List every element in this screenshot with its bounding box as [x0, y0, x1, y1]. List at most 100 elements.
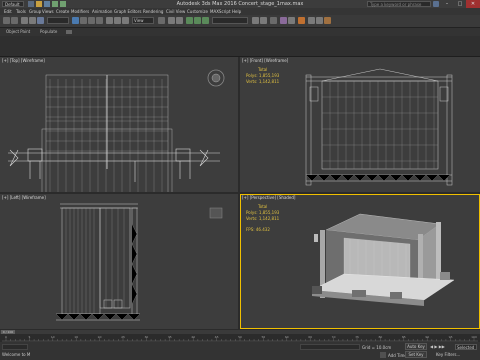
ribbon-tabs: Object Paint Populate: [0, 28, 480, 36]
select-object-icon[interactable]: [72, 17, 79, 24]
menu-group[interactable]: Group: [29, 9, 41, 14]
menu-modifiers[interactable]: Modifiers: [71, 9, 89, 14]
viewcube-icon: [209, 207, 223, 219]
infocenter-icon[interactable]: [433, 1, 439, 7]
viewcube-icon: [207, 69, 225, 87]
viewport-front[interactable]: [+] [Front] [Wireframe] Total Polys: 1,8…: [240, 57, 480, 192]
select-manipulate-icon[interactable]: [168, 17, 175, 24]
redo-icon[interactable]: [11, 17, 18, 24]
snaps-toggle-icon[interactable]: [186, 17, 193, 24]
ribbon-options-icon[interactable]: [66, 30, 72, 34]
welcome-text: Welcome to M: [2, 352, 31, 357]
render-production-icon[interactable]: [324, 17, 331, 24]
select-by-name-icon[interactable]: [80, 17, 87, 24]
menu-views[interactable]: Views: [42, 9, 54, 14]
viewport-top[interactable]: [+] [Top] [Wireframe]: [0, 57, 238, 192]
layer-explorer-icon[interactable]: [270, 17, 277, 24]
timeline-tick-label: 25: [121, 335, 125, 339]
pivot-center-icon[interactable]: [158, 17, 165, 24]
maximize-button[interactable]: □: [453, 0, 467, 8]
undo-icon[interactable]: [3, 17, 10, 24]
keyboard-shortcut-icon[interactable]: [176, 17, 183, 24]
material-editor-icon[interactable]: [298, 17, 305, 24]
unlink-icon[interactable]: [29, 17, 36, 24]
timeline[interactable]: 0 / 100 0 5 10 15 20 25 30 35 40 45 50 55 60 65 70 75 80…: [0, 330, 480, 342]
timeline-tick-label: 5: [28, 335, 30, 339]
window-crossing-icon[interactable]: [96, 17, 103, 24]
timeline-tick-label: 10: [51, 335, 55, 339]
ribbon-panel: [0, 36, 480, 57]
grid-size-text: Grid = 10.0cm: [362, 345, 392, 350]
schematic-view-icon[interactable]: [288, 17, 295, 24]
timeline-tick-label: 90: [425, 335, 429, 339]
tab-object-paint[interactable]: Object Paint: [6, 29, 30, 34]
timeline-track: 0 5 10 15 20 25 30 35 40 45 50 55 60 65 70 75 80 85 90 95 10…: [2, 335, 478, 342]
percent-snap-icon[interactable]: [202, 17, 209, 24]
link-icon[interactable]: [21, 17, 28, 24]
maxscript-listener[interactable]: [2, 344, 28, 350]
menu-civil-view[interactable]: Civil View: [166, 9, 185, 14]
menu-maxscript[interactable]: MAXScript: [210, 9, 231, 14]
timeline-tick-label: 95: [449, 335, 453, 339]
title-bar: Default Autodesk 3ds Max 2016 Concert_st…: [0, 0, 480, 8]
status-bar: Welcome to M Grid = 10.0cm Auto Key Sele…: [0, 342, 480, 360]
scale-icon[interactable]: [122, 17, 129, 24]
rectangular-selection-icon[interactable]: [88, 17, 95, 24]
curve-editor-icon[interactable]: [280, 17, 287, 24]
coordinate-display[interactable]: [300, 344, 360, 350]
timeline-tick-label: 80: [378, 335, 382, 339]
timeline-tick-label: 20: [98, 335, 102, 339]
time-slider[interactable]: 0 / 100: [0, 330, 480, 334]
menu-edit[interactable]: Edit: [4, 9, 12, 14]
timeline-tick-label: 45: [215, 335, 219, 339]
close-button[interactable]: ✕: [466, 0, 480, 8]
timeline-tick-label: 55: [261, 335, 265, 339]
menu-graph-editors[interactable]: Graph Editors: [114, 9, 141, 14]
timeline-tick-label: 85: [402, 335, 406, 339]
mirror-icon[interactable]: [252, 17, 259, 24]
rendered-frame-window-icon[interactable]: [316, 17, 323, 24]
rotate-icon[interactable]: [114, 17, 121, 24]
perspective-stage-shaded: [311, 213, 455, 306]
add-time-tag-icon[interactable]: [380, 352, 386, 358]
menu-tools[interactable]: Tools: [16, 9, 26, 14]
timeline-tick-label: 70: [332, 335, 336, 339]
left-view-stage-wireframe: [55, 203, 223, 321]
timeline-tick-label: 60: [285, 335, 289, 339]
viewport-left[interactable]: [+] [Left] [Wireframe]: [0, 194, 238, 329]
menu-help[interactable]: Help: [232, 9, 241, 14]
key-filters-button[interactable]: Key Filters...: [436, 352, 460, 357]
timeline-tick-label: 0: [5, 335, 7, 339]
named-selection-set-field[interactable]: [212, 17, 248, 24]
menu-bar: Edit Tools Group Views Create Modifiers …: [0, 8, 480, 15]
timeline-tick-label: 100: [471, 335, 477, 339]
auto-key-button[interactable]: Auto Key: [405, 343, 427, 350]
playback-controls: ◀ ▶ ▶▶: [430, 344, 454, 350]
menu-create[interactable]: Create: [56, 9, 69, 14]
viewport-perspective[interactable]: [+] [Perspective] [Shaded] Total Polys: …: [240, 194, 480, 329]
search-input[interactable]: Type a keyword or phrase: [367, 1, 431, 7]
front-view-stage-wireframe: [305, 68, 453, 186]
bind-space-warp-icon[interactable]: [37, 17, 44, 24]
tab-populate[interactable]: Populate: [40, 29, 57, 34]
selection-filter-dropdown[interactable]: [47, 17, 69, 24]
timeline-tick-label: 65: [308, 335, 312, 339]
key-mode-dropdown[interactable]: Selected: [455, 344, 477, 350]
render-setup-icon[interactable]: [308, 17, 315, 24]
timeline-tick-label: 75: [355, 335, 359, 339]
menu-rendering[interactable]: Rendering: [143, 9, 163, 14]
menu-animation[interactable]: Animation: [92, 9, 112, 14]
angle-snap-icon[interactable]: [194, 17, 201, 24]
menu-customize[interactable]: Customize: [187, 9, 208, 14]
timeline-tick-label: 35: [168, 335, 172, 339]
time-slider-thumb[interactable]: 0 / 100: [1, 330, 15, 334]
play-icon[interactable]: ◀ ▶ ▶▶: [430, 344, 445, 349]
set-key-button[interactable]: Set Key: [405, 351, 427, 358]
move-icon[interactable]: [106, 17, 113, 24]
reference-coordinate-dropdown[interactable]: View: [132, 17, 154, 24]
timeline-tick-label: 30: [144, 335, 148, 339]
timeline-tick-label: 15: [74, 335, 78, 339]
align-icon[interactable]: [260, 17, 267, 24]
minimize-button[interactable]: –: [440, 0, 454, 8]
timeline-tick-label: 50: [238, 335, 242, 339]
